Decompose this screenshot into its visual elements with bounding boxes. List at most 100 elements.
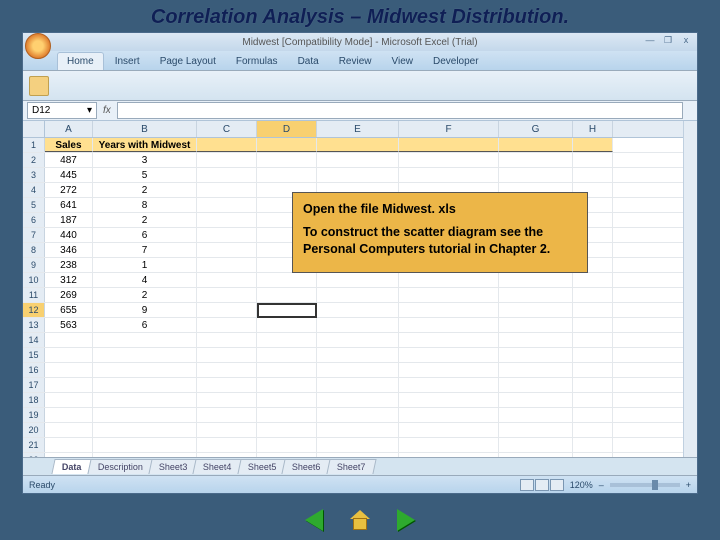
ribbon-tab-view[interactable]: View xyxy=(382,53,422,70)
cell-E3[interactable] xyxy=(317,168,399,182)
cell-C11[interactable] xyxy=(197,288,257,302)
minimize-button[interactable]: — xyxy=(643,35,657,45)
view-buttons[interactable] xyxy=(520,479,564,491)
column-header-B[interactable]: B xyxy=(93,121,197,137)
cell-E18[interactable] xyxy=(317,393,399,407)
cell-F15[interactable] xyxy=(399,348,499,362)
cell-C21[interactable] xyxy=(197,438,257,452)
sheet-tab-sheet6[interactable]: Sheet6 xyxy=(282,459,332,474)
cell-H22[interactable] xyxy=(573,453,613,457)
cell-C19[interactable] xyxy=(197,408,257,422)
paste-icon[interactable] xyxy=(29,76,49,96)
cell-G21[interactable] xyxy=(499,438,573,452)
cell-E14[interactable] xyxy=(317,333,399,347)
row-header[interactable]: 18 xyxy=(23,393,45,407)
cell-G2[interactable] xyxy=(499,153,573,167)
cell-F14[interactable] xyxy=(399,333,499,347)
cell-B5[interactable]: 8 xyxy=(93,198,197,212)
zoom-in-button[interactable]: + xyxy=(686,480,691,490)
cell-G15[interactable] xyxy=(499,348,573,362)
cell-F13[interactable] xyxy=(399,318,499,332)
cell-B16[interactable] xyxy=(93,363,197,377)
cell-B13[interactable]: 6 xyxy=(93,318,197,332)
cell-F17[interactable] xyxy=(399,378,499,392)
row-header[interactable]: 7 xyxy=(23,228,45,242)
cell-C20[interactable] xyxy=(197,423,257,437)
row-header[interactable]: 6 xyxy=(23,213,45,227)
cell-D19[interactable] xyxy=(257,408,317,422)
cell-C1[interactable] xyxy=(197,138,257,152)
column-header-D[interactable]: D xyxy=(257,121,317,137)
cell-A3[interactable]: 445 xyxy=(45,168,93,182)
cell-A5[interactable]: 641 xyxy=(45,198,93,212)
cell-E21[interactable] xyxy=(317,438,399,452)
cell-A22[interactable] xyxy=(45,453,93,457)
cell-D16[interactable] xyxy=(257,363,317,377)
cell-A7[interactable]: 440 xyxy=(45,228,93,242)
cell-H13[interactable] xyxy=(573,318,613,332)
row-header[interactable]: 13 xyxy=(23,318,45,332)
cell-B19[interactable] xyxy=(93,408,197,422)
cell-B10[interactable]: 4 xyxy=(93,273,197,287)
cell-A18[interactable] xyxy=(45,393,93,407)
ribbon-tab-developer[interactable]: Developer xyxy=(424,53,488,70)
row-header[interactable]: 2 xyxy=(23,153,45,167)
cell-H18[interactable] xyxy=(573,393,613,407)
row-header[interactable]: 8 xyxy=(23,243,45,257)
cell-A10[interactable]: 312 xyxy=(45,273,93,287)
cell-E19[interactable] xyxy=(317,408,399,422)
column-header-E[interactable]: E xyxy=(317,121,399,137)
cell-C3[interactable] xyxy=(197,168,257,182)
cell-A12[interactable]: 655 xyxy=(45,303,93,317)
cell-F22[interactable] xyxy=(399,453,499,457)
cell-C8[interactable] xyxy=(197,243,257,257)
ribbon-tab-insert[interactable]: Insert xyxy=(106,53,149,70)
cell-B18[interactable] xyxy=(93,393,197,407)
cell-B6[interactable]: 2 xyxy=(93,213,197,227)
column-header-H[interactable]: H xyxy=(573,121,613,137)
cell-G13[interactable] xyxy=(499,318,573,332)
cell-H10[interactable] xyxy=(573,273,613,287)
ribbon-tab-formulas[interactable]: Formulas xyxy=(227,53,287,70)
sheet-tab-sheet7[interactable]: Sheet7 xyxy=(326,459,376,474)
row-header[interactable]: 10 xyxy=(23,273,45,287)
cell-G22[interactable] xyxy=(499,453,573,457)
cell-B17[interactable] xyxy=(93,378,197,392)
sheet-tab-data[interactable]: Data xyxy=(51,459,92,474)
cell-G10[interactable] xyxy=(499,273,573,287)
cell-H2[interactable] xyxy=(573,153,613,167)
cell-A8[interactable]: 346 xyxy=(45,243,93,257)
cell-C2[interactable] xyxy=(197,153,257,167)
cell-C9[interactable] xyxy=(197,258,257,272)
cell-B22[interactable] xyxy=(93,453,197,457)
sheet-tab-description[interactable]: Description xyxy=(87,459,153,474)
cell-E11[interactable] xyxy=(317,288,399,302)
row-header[interactable]: 3 xyxy=(23,168,45,182)
formula-bar[interactable] xyxy=(117,102,683,119)
cell-C18[interactable] xyxy=(197,393,257,407)
sheet-tab-sheet5[interactable]: Sheet5 xyxy=(237,459,287,474)
cell-H12[interactable] xyxy=(573,303,613,317)
cell-D18[interactable] xyxy=(257,393,317,407)
cell-C12[interactable] xyxy=(197,303,257,317)
cell-A11[interactable]: 269 xyxy=(45,288,93,302)
cell-D17[interactable] xyxy=(257,378,317,392)
cell-E20[interactable] xyxy=(317,423,399,437)
cell-G18[interactable] xyxy=(499,393,573,407)
ribbon-tab-review[interactable]: Review xyxy=(330,53,381,70)
cell-F10[interactable] xyxy=(399,273,499,287)
sheet-tab-sheet4[interactable]: Sheet4 xyxy=(192,459,242,474)
cell-H1[interactable] xyxy=(573,138,613,152)
cell-D2[interactable] xyxy=(257,153,317,167)
name-box-dropdown-icon[interactable]: ▾ xyxy=(87,105,92,116)
cell-C14[interactable] xyxy=(197,333,257,347)
ribbon-tab-home[interactable]: Home xyxy=(57,52,104,70)
cell-A9[interactable]: 238 xyxy=(45,258,93,272)
cell-E17[interactable] xyxy=(317,378,399,392)
cell-B11[interactable]: 2 xyxy=(93,288,197,302)
cell-A13[interactable]: 563 xyxy=(45,318,93,332)
cell-C16[interactable] xyxy=(197,363,257,377)
row-header[interactable]: 17 xyxy=(23,378,45,392)
row-header[interactable]: 1 xyxy=(23,138,45,152)
cell-H3[interactable] xyxy=(573,168,613,182)
